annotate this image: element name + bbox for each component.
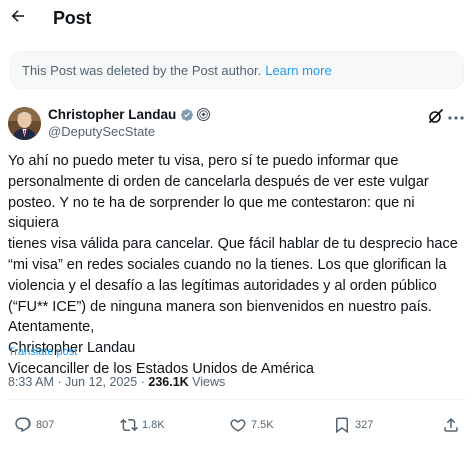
- repost-icon: [120, 416, 138, 434]
- arrow-left-icon: [9, 7, 27, 30]
- heart-icon: [229, 416, 247, 434]
- back-button[interactable]: [4, 4, 32, 32]
- reply-button[interactable]: 807: [14, 415, 54, 435]
- reply-count: 807: [36, 419, 55, 431]
- grok-icon[interactable]: [427, 107, 445, 125]
- post-page: Post This Post was deleted by the Post a…: [0, 0, 474, 453]
- learn-more-link[interactable]: Learn more: [265, 63, 331, 78]
- share-button[interactable]: [442, 415, 460, 435]
- more-dots-icon: [448, 107, 464, 125]
- divider: [8, 399, 466, 400]
- deleted-post-notice: This Post was deleted by the Post author…: [10, 51, 464, 89]
- post-meta: 8:33 AM · Jun 12, 2025 · 236.1K Views: [8, 375, 225, 389]
- verified-badge-icon[interactable]: [180, 108, 194, 122]
- bookmark-count: 327: [355, 419, 374, 431]
- page-title: Post: [53, 8, 92, 28]
- notice-text: This Post was deleted by the Post author…: [22, 62, 262, 78]
- more-options-button[interactable]: [446, 108, 466, 124]
- repost-count: 1.8K: [142, 419, 165, 431]
- bookmark-icon: [333, 416, 351, 434]
- avatar[interactable]: [8, 107, 41, 140]
- like-count: 7.5K: [251, 419, 274, 431]
- author-handle[interactable]: @DeputySecState: [48, 124, 155, 139]
- author-name[interactable]: Christopher Landau: [48, 107, 211, 122]
- post-timestamp[interactable]: 8:33 AM · Jun 12, 2025 ·: [8, 375, 148, 389]
- header: Post: [0, 0, 474, 40]
- repost-button[interactable]: 1.8K: [120, 415, 165, 435]
- bookmark-button[interactable]: 327: [333, 415, 373, 435]
- government-seal-icon: [197, 108, 211, 121]
- reply-icon: [14, 416, 32, 434]
- share-icon: [442, 416, 460, 434]
- like-button[interactable]: 7.5K: [229, 415, 274, 435]
- views-label: Views: [188, 375, 226, 389]
- views-count: 236.1K: [148, 375, 189, 389]
- translate-post-link[interactable]: Translate post: [8, 346, 77, 358]
